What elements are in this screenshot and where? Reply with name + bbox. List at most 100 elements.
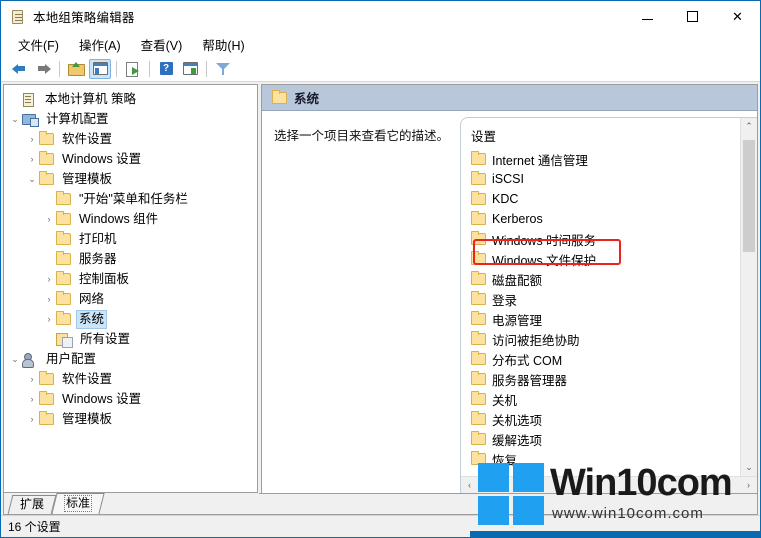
tree-item-12[interactable]: ⌄ 用户配置 [4,349,257,369]
chevron-right-icon[interactable]: › [25,134,39,144]
chevron-down-icon[interactable]: ⌄ [8,114,22,124]
maximize-button[interactable] [670,1,715,32]
chevron-right-icon[interactable]: › [42,214,56,224]
chevron-right-icon[interactable]: › [25,414,39,424]
tree-item-13[interactable]: › 软件设置 [4,369,257,389]
close-button[interactable]: ✕ [715,1,760,32]
list-item[interactable]: iSCSI [469,169,740,189]
minimize-button[interactable] [625,1,670,32]
scroll-down-button[interactable]: ⌄ [741,459,757,476]
scroll-up-button[interactable]: ⌃ [741,118,757,135]
description-text: 选择一个项目来查看它的描述。 [274,129,450,143]
up-one-level-button[interactable] [65,59,87,79]
tree-item-6[interactable]: › 打印机 [4,229,257,249]
all-settings-icon [56,332,73,348]
list-item[interactable]: Internet 通信管理 [469,149,740,169]
chevron-down-icon[interactable]: ⌄ [8,354,22,364]
menu-file[interactable]: 文件(F) [9,33,70,56]
settings-list-panel[interactable]: 设置 Internet 通信管理 iSCSI KDC Kerberos Windows … [460,117,757,493]
list-item[interactable]: 分布式 COM [469,349,740,369]
chevron-down-icon[interactable]: ⌄ [25,174,39,184]
list-item[interactable]: 关机选项 [469,409,740,429]
tree-item-2[interactable]: › Windows 设置 [4,149,257,169]
list-item[interactable]: KDC [469,189,740,209]
vertical-scroll-thumb[interactable] [743,140,755,252]
list-item-label: 电源管理 [492,313,543,328]
tree-item-1[interactable]: › 软件设置 [4,129,257,149]
tree-root-item[interactable]: › 本地计算机 策略 [4,89,257,109]
folder-icon [471,291,486,305]
export-list-button[interactable] [122,59,144,79]
back-button[interactable] [8,59,30,79]
folder-icon [56,311,71,325]
toolbar: ? [1,56,760,82]
menu-action[interactable]: 操作(A) [70,33,132,56]
folder-icon [39,371,54,385]
tree-item-10[interactable]: › 系统 [4,309,257,329]
tree-item-label: 服务器 [79,251,117,266]
list-item[interactable]: 电源管理 [469,309,740,329]
tab-standard[interactable]: 标准 [51,493,105,514]
chevron-right-icon[interactable]: › [25,374,39,384]
list-item[interactable]: Windows 文件保护 [469,249,740,269]
tree-item-14[interactable]: › Windows 设置 [4,389,257,409]
tab-extended[interactable]: 扩展 [7,495,57,514]
list-item[interactable]: Kerberos [469,209,740,229]
tree-item-7[interactable]: › 服务器 [4,249,257,269]
tree-item-4[interactable]: › "开始"菜单和任务栏 [4,189,257,209]
folder-icon [56,291,71,305]
list-item[interactable]: Windows 时间服务 [469,229,740,249]
help-button[interactable]: ? [155,59,177,79]
list-item[interactable]: 恢复 [469,449,740,469]
chevron-right-icon[interactable]: › [42,274,56,284]
list-heading: 设置 [471,130,497,144]
folder-icon [56,191,71,205]
folder-icon [56,211,71,225]
menu-view[interactable]: 查看(V) [132,33,194,56]
tree-item-label: 软件设置 [62,371,113,386]
list-item-label: KDC [492,192,519,206]
show-detail-pane-button[interactable] [179,59,201,79]
chevron-right-icon[interactable]: › [42,294,56,304]
console-tree-pane[interactable]: › 本地计算机 策略 ⌄ 计算机配置 › 软件设置 › Windows 设置 ⌄ 管理模板 › "… [3,84,258,493]
page-title: 系统 [294,92,320,106]
list-item[interactable]: 关机 [469,389,740,409]
show-hide-tree-button[interactable] [89,58,111,79]
tree-item-label: 用户配置 [46,351,97,366]
menu-help[interactable]: 帮助(H) [193,33,255,56]
vertical-scrollbar[interactable]: ⌃ ⌄ [740,118,757,476]
list-item[interactable]: 磁盘配额 [469,269,740,289]
list-item[interactable]: 访问被拒绝协助 [469,329,740,349]
pane-header: 系统 [262,85,757,111]
forward-button[interactable] [32,59,54,79]
chevron-right-icon[interactable]: › [42,314,56,324]
tree-item-9[interactable]: › 网络 [4,289,257,309]
tree-item-label: 计算机配置 [46,111,109,126]
tree-item-label: 本地计算机 策略 [45,91,136,106]
list-item-label: 缓解选项 [492,433,543,448]
status-text: 16 个设置 [8,520,61,534]
tree-item-15[interactable]: › 管理模板 [4,409,257,429]
tree-item-label: "开始"菜单和任务栏 [79,191,188,206]
tree-item-5[interactable]: › Windows 组件 [4,209,257,229]
filter-button[interactable] [212,59,234,79]
chevron-right-icon[interactable]: › [25,154,39,164]
tree-item-0[interactable]: ⌄ 计算机配置 [4,109,257,129]
user-icon [22,352,38,368]
pane-content: 选择一个项目来查看它的描述。 设置 Internet 通信管理 iSCSI KDC K… [262,111,757,493]
tree-item-11[interactable]: › 所有设置 [4,329,257,349]
folder-icon [39,391,54,405]
list-item-label: 关机 [492,393,518,408]
tree-item-3[interactable]: ⌄ 管理模板 [4,169,257,189]
scroll-left-button[interactable]: ‹ [461,480,478,490]
list-item-label: 分布式 COM [492,353,563,368]
tree-item-8[interactable]: › 控制面板 [4,269,257,289]
scroll-right-button[interactable]: › [740,480,757,490]
chevron-right-icon[interactable]: › [25,394,39,404]
horizontal-scrollbar[interactable]: ‹ › [461,476,757,493]
list-item[interactable]: 服务器管理器 [469,369,740,389]
tree-item-label: 管理模板 [62,171,113,186]
list-item[interactable]: 登录 [469,289,740,309]
tree-item-label: 所有设置 [80,331,131,346]
list-item[interactable]: 缓解选项 [469,429,740,449]
